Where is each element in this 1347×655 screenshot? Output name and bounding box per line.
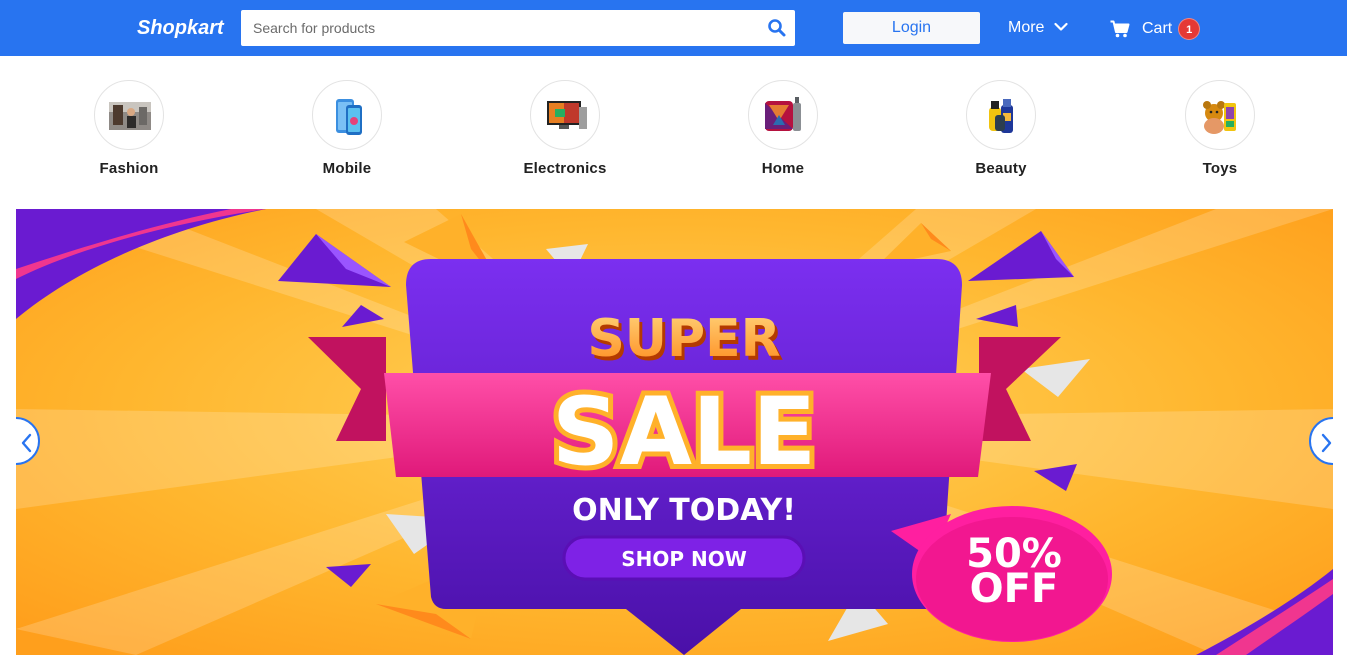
chevron-left-icon	[21, 433, 32, 453]
banner-sale-text: SALE	[552, 378, 817, 487]
category-strip: Fashion Mobile Electronics Home Beauty T…	[0, 56, 1347, 196]
site-logo[interactable]: Shopkart	[137, 17, 224, 40]
super-sale-banner: SUPER SUPER SALE SALE ONLY TODAY! SHOP N…	[16, 209, 1333, 655]
search-input[interactable]	[241, 10, 756, 46]
top-navbar: Shopkart Login More Cart 1	[0, 0, 1347, 56]
discount-off-text: OFF	[970, 566, 1059, 612]
category-mobile[interactable]: Mobile	[287, 80, 407, 177]
category-electronics[interactable]: Electronics	[505, 80, 625, 177]
category-beauty[interactable]: Beauty	[941, 80, 1061, 177]
category-label: Home	[761, 160, 805, 177]
cart-label: Cart	[1142, 20, 1173, 37]
search-bar	[241, 10, 795, 46]
category-toys[interactable]: Toys	[1160, 80, 1280, 177]
category-fashion[interactable]: Fashion	[69, 80, 189, 177]
toys-icon	[1185, 80, 1255, 150]
more-menu[interactable]: More	[1008, 19, 1069, 37]
banner-super-text: SUPER	[587, 309, 780, 369]
mobile-icon	[312, 80, 382, 150]
promo-banner-carousel[interactable]: SUPER SUPER SALE SALE ONLY TODAY! SHOP N…	[16, 209, 1333, 655]
shop-now-button[interactable]: SHOP NOW	[562, 535, 806, 581]
chevron-right-icon	[1321, 433, 1332, 453]
category-label: Toys	[1202, 160, 1238, 177]
beauty-icon	[966, 80, 1036, 150]
search-icon[interactable]	[767, 18, 787, 38]
cart-count-badge: 1	[1178, 18, 1201, 40]
cart-button[interactable]: Cart 1	[1110, 18, 1201, 40]
login-button[interactable]: Login	[843, 12, 980, 44]
category-label: Beauty	[975, 160, 1027, 177]
fashion-icon	[94, 80, 164, 150]
more-label: More	[1008, 19, 1045, 36]
category-label: Fashion	[99, 160, 159, 177]
shop-now-label: SHOP NOW	[621, 547, 747, 571]
banner-only-today-text: ONLY TODAY!	[572, 493, 796, 528]
category-label: Mobile	[322, 160, 372, 177]
category-label: Electronics	[523, 160, 607, 177]
chevron-down-icon	[1054, 19, 1069, 37]
cart-icon	[1110, 20, 1130, 38]
category-home[interactable]: Home	[723, 80, 843, 177]
home-icon	[748, 80, 818, 150]
electronics-icon	[530, 80, 600, 150]
